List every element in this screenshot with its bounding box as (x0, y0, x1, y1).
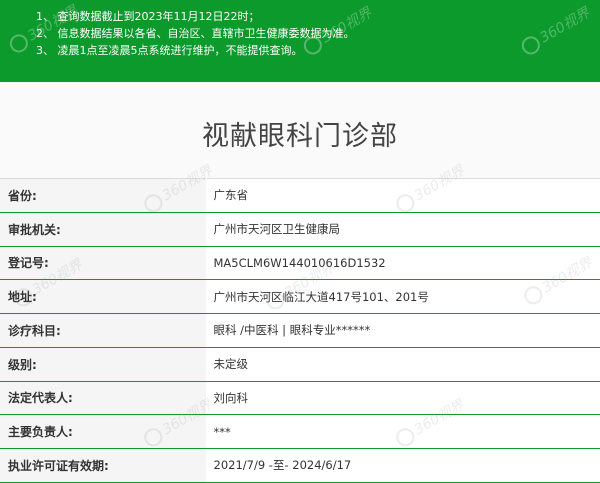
info-label: 级别: (0, 346, 207, 382)
clinic-info-table: 省份: 广东省 审批机关: 广州市天河区卫生健康局 登记号: MA5CLM6W1… (0, 178, 600, 483)
notice-banner: 1、 查询数据截止到2023年11月12日22时； 2、 信息数据结果以各省、自… (0, 0, 600, 82)
info-value: 2021/7/9 -至- 2024/6/17 (206, 448, 600, 483)
info-label: 登记号: (0, 245, 207, 281)
info-row-license-validity: 执业许可证有效期: 2021/7/9 -至- 2024/6/17 (0, 448, 600, 483)
notice-line-3: 3、 凌晨1点至凌晨5点系统进行维护，不能提供查询。 (36, 44, 303, 57)
info-row-registration-number: 登记号: MA5CLM6W144010616D1532 (0, 245, 600, 281)
page-title: 视献眼科门诊部 (202, 121, 398, 152)
info-value: 广东省 (206, 178, 600, 213)
title-section: 视献眼科门诊部 (0, 82, 600, 180)
info-label: 地址: (0, 279, 207, 314)
info-label: 执业许可证有效期: (0, 448, 207, 483)
info-label: 省份: (0, 178, 207, 213)
info-row-level: 级别: 未定级 (0, 346, 600, 382)
info-value: 广州市天河区卫生健康局 (206, 211, 600, 247)
info-label: 法定代表人: (0, 380, 207, 416)
info-row-departments: 诊疗科目: 眼科 /中医科 | 眼科专业****** (0, 313, 600, 348)
info-row-approval-authority: 审批机关: 广州市天河区卫生健康局 (0, 211, 600, 247)
info-label: 审批机关: (0, 211, 207, 247)
info-label: 主要负责人: (0, 414, 207, 449)
info-row-principal: 主要负责人: *** (0, 414, 600, 449)
info-value: *** (206, 414, 600, 449)
notice-line-2: 2、 信息数据结果以各省、自治区、直辖市卫生健康委数据为准。 (36, 27, 355, 40)
info-label: 诊疗科目: (0, 313, 207, 348)
info-row-legal-representative: 法定代表人: 刘向科 (0, 380, 600, 416)
info-value: 眼科 /中医科 | 眼科专业****** (206, 313, 600, 348)
info-row-province: 省份: 广东省 (0, 178, 600, 213)
info-value: 未定级 (206, 346, 600, 382)
notice-line-1: 1、 查询数据截止到2023年11月12日22时； (36, 10, 260, 23)
info-value: MA5CLM6W144010616D1532 (206, 245, 600, 281)
info-value: 刘向科 (206, 380, 600, 416)
info-value: 广州市天河区临江大道417号101、201号 (206, 279, 600, 314)
info-row-address: 地址: 广州市天河区临江大道417号101、201号 (0, 279, 600, 314)
